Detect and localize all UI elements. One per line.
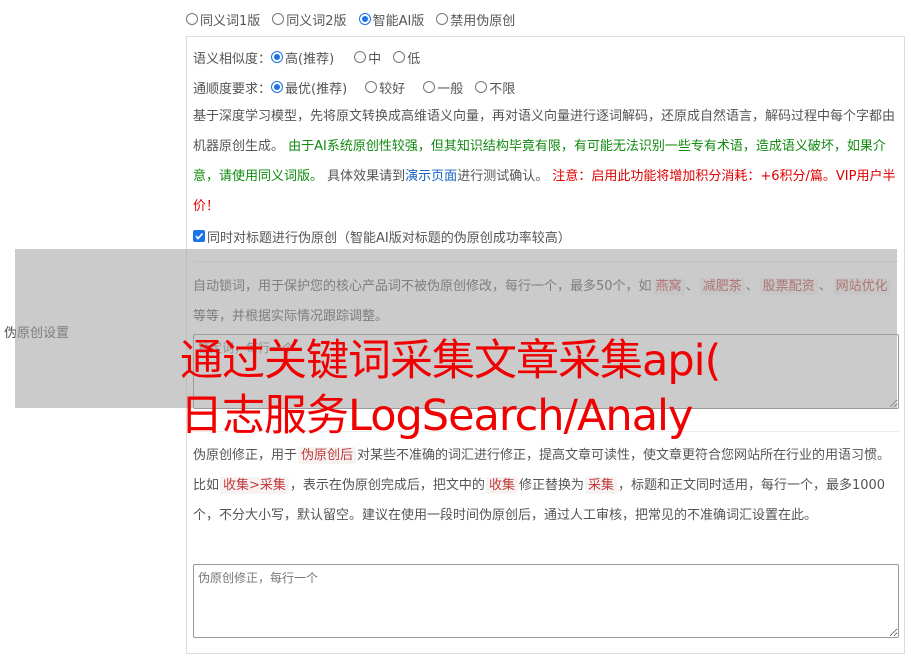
correction-text: ，表示在伪原创完成后，把文中的 [289, 478, 485, 493]
radio-circle-icon [354, 51, 367, 63]
radio-circle-icon [186, 13, 198, 25]
radio-circle-icon [365, 81, 378, 93]
radio-label: 高(推荐) [285, 51, 335, 67]
correction-textarea[interactable] [193, 564, 899, 638]
description-text: 具体效果请到 [327, 169, 406, 184]
version-radio-group: 同义词1版 同义词2版 智能AI版 禁用伪原创 [186, 10, 527, 29]
example-tag: 网站优化 [832, 278, 891, 295]
radio-circle-icon [393, 51, 406, 63]
lock-words-textarea[interactable] [193, 334, 899, 409]
ai-description: 基于深度学习模型，先将原文转换成高维语义向量，再对语义向量进行逐词解码，还原成自… [193, 102, 899, 222]
radio-checked-icon [271, 81, 284, 93]
lock-words-text: 自动锁词，用于保护您的核心产品词不被伪原创修改，每行一个，最多50个，如 [193, 279, 652, 294]
radio-fluency-any[interactable]: 不限 [475, 78, 515, 97]
example-tag: 收集>采集 [220, 477, 289, 494]
radio-label: 同义词1版 [200, 13, 261, 29]
radio-circle-icon [272, 13, 285, 25]
fluency-row: 通顺度要求： 最优(推荐) 较好 一般 不限 [193, 78, 527, 97]
title-rewrite-row: 同时对标题进行伪原创（智能AI版对标题的伪原创成功率较高） [193, 227, 571, 246]
radio-similarity-high[interactable]: 高(推荐) [271, 48, 334, 67]
radio-label: 低 [407, 51, 421, 67]
radio-checked-icon [358, 13, 371, 25]
divider [193, 261, 899, 262]
radio-label: 禁用伪原创 [450, 13, 516, 29]
radio-ai-version[interactable]: 智能AI版 [358, 10, 425, 29]
example-tag: 减肥茶 [699, 278, 745, 295]
example-tag: 股票配资 [759, 278, 818, 295]
correction-text: 修正替换为 [518, 478, 584, 493]
radio-label: 中 [368, 51, 382, 67]
radio-fluency-best[interactable]: 最优(推荐) [271, 78, 347, 97]
lock-words-text: 等等，并根据实际情况跟踪调整。 [193, 309, 389, 324]
title-rewrite-checkbox[interactable] [193, 230, 205, 242]
similarity-label: 语义相似度： [193, 51, 272, 67]
example-tag: 采集 [584, 477, 617, 494]
ai-settings-panel: 语义相似度： 高(推荐) 中 低 通顺度要求： 最优(推荐) 较好 一般 不限 … [186, 36, 905, 654]
radio-synonym-v1[interactable]: 同义词1版 [186, 10, 260, 29]
radio-fluency-good[interactable]: 较好 [365, 78, 405, 97]
correction-text: 伪原创修正，用于 [193, 448, 298, 463]
title-rewrite-label: 同时对标题进行伪原创（智能AI版对标题的伪原创成功率较高） [207, 230, 571, 246]
radio-similarity-low[interactable]: 低 [393, 48, 420, 67]
fluency-label: 通顺度要求： [193, 81, 272, 97]
example-tag: 燕窝 [652, 278, 685, 295]
description-text: 进行测试确认。 [457, 169, 549, 184]
example-tag: 伪原创后 [298, 447, 357, 464]
radio-similarity-medium[interactable]: 中 [354, 48, 381, 67]
radio-circle-icon [436, 13, 449, 25]
example-tag: 收集 [485, 477, 518, 494]
radio-fluency-normal[interactable]: 一般 [423, 78, 463, 97]
radio-circle-icon [423, 81, 436, 93]
radio-label: 同义词2版 [286, 13, 347, 29]
lock-words-description: 自动锁词，用于保护您的核心产品词不被伪原创修改，每行一个，最多50个，如 燕窝、减… [193, 272, 899, 332]
radio-checked-icon [271, 51, 284, 63]
radio-synonym-v2[interactable]: 同义词2版 [272, 10, 347, 29]
radio-circle-icon [475, 81, 488, 93]
rewrite-settings-label: 伪原创设置 [4, 326, 70, 341]
divider [193, 431, 899, 432]
checkmark-icon [195, 232, 204, 240]
similarity-row: 语义相似度： 高(推荐) 中 低 [193, 48, 432, 67]
radio-label: 一般 [437, 81, 464, 97]
radio-disable-rewrite[interactable]: 禁用伪原创 [436, 10, 515, 29]
radio-label: 不限 [489, 81, 516, 97]
correction-description: 伪原创修正，用于 伪原创后 对某些不准确的词汇进行修正，提高文章可读性，使文章更符合… [193, 441, 899, 531]
radio-label: 较好 [379, 81, 406, 97]
demo-page-link[interactable]: 演示页面 [405, 169, 457, 184]
radio-label: 最优(推荐) [285, 81, 348, 97]
radio-label: 智能AI版 [372, 13, 425, 29]
